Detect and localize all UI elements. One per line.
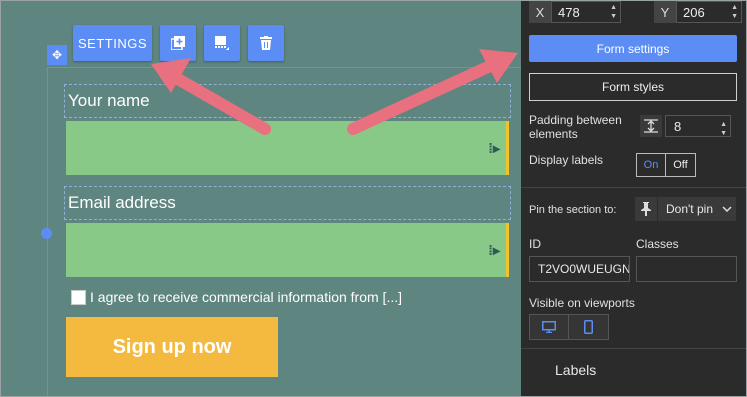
canvas: ✥ SETTINGS Your name ⁞▸ Email address ⁞▸… [1, 1, 521, 396]
display-labels-label: Display labels [529, 153, 604, 167]
x-input[interactable]: 478 ▲ ▼ [551, 1, 621, 23]
settings-button[interactable]: SETTINGS [73, 25, 152, 61]
classes-input[interactable] [636, 256, 737, 282]
y-input[interactable]: 206 ▲ ▼ [676, 1, 742, 23]
settings-panel: X 478 ▲ ▼ Y 206 ▲ ▼ Form settings Form sty… [521, 1, 746, 396]
padding-input[interactable]: 8 ▲ ▼ [665, 115, 731, 137]
layout-button[interactable] [204, 25, 240, 61]
mobile-icon [584, 320, 593, 334]
element-toolbar: SETTINGS [73, 25, 284, 61]
x-coordinate: X 478 ▲ ▼ [529, 1, 621, 23]
id-value: T2VO0WUEUGNO [538, 262, 630, 276]
pin-value: Don't pin [666, 202, 713, 216]
labels-on-button[interactable]: On [636, 153, 666, 177]
delete-button[interactable] [248, 25, 284, 61]
editor-window: ✥ SETTINGS Your name ⁞▸ Email address ⁞▸… [0, 0, 747, 397]
desktop-icon [542, 321, 556, 333]
pin-select[interactable]: Don't pin [658, 197, 736, 221]
divider [521, 348, 746, 349]
labels-section-header[interactable]: Labels [555, 362, 596, 378]
y-label: Y [654, 1, 676, 23]
name-label-container[interactable]: Your name [64, 84, 511, 118]
consent-row: I agree to receive commercial informatio… [71, 289, 402, 305]
layout-icon [215, 36, 229, 50]
display-labels-toggle: On Off [636, 153, 696, 177]
padding-icon [640, 115, 662, 137]
email-label-container[interactable]: Email address [64, 186, 511, 220]
selection-border-top [47, 67, 521, 68]
chevron-down-icon [722, 206, 732, 212]
x-stepper-icon[interactable]: ▲ ▼ [610, 3, 617, 21]
pin-label: Pin the section to: [529, 204, 617, 216]
classes-label: Classes [636, 237, 679, 251]
pin-icon [635, 197, 657, 221]
viewport-toggles [529, 314, 609, 340]
padding-value: 8 [674, 118, 682, 134]
padding-stepper-icon[interactable]: ▲ ▼ [720, 120, 727, 138]
resize-handle[interactable] [41, 228, 52, 239]
id-input[interactable]: T2VO0WUEUGNO [529, 256, 630, 282]
id-label: ID [529, 237, 541, 251]
duplicate-button[interactable] [160, 25, 196, 61]
consent-checkbox[interactable] [71, 289, 86, 305]
field-handle-icon: ⁞▸ [488, 140, 500, 156]
name-label: Your name [68, 91, 150, 110]
y-value: 206 [683, 4, 705, 20]
move-handle-icon[interactable]: ✥ [47, 45, 67, 65]
signup-button[interactable]: Sign up now [66, 317, 278, 377]
labels-off-button[interactable]: Off [666, 153, 696, 177]
form-styles-button[interactable]: Form styles [529, 73, 737, 101]
trash-icon [260, 36, 272, 50]
name-input[interactable]: ⁞▸ [66, 121, 509, 175]
email-input[interactable]: ⁞▸ [66, 223, 509, 277]
y-stepper-icon[interactable]: ▲ ▼ [731, 3, 738, 21]
duplicate-icon [171, 36, 185, 50]
email-label: Email address [68, 193, 176, 212]
divider [521, 187, 746, 188]
x-value: 478 [558, 4, 580, 20]
mobile-viewport-button[interactable] [569, 314, 609, 340]
form-settings-button[interactable]: Form settings [529, 35, 737, 62]
padding-label: Padding between elements [529, 113, 622, 141]
y-coordinate: Y 206 ▲ ▼ [654, 1, 742, 23]
desktop-viewport-button[interactable] [529, 314, 569, 340]
field-handle-icon: ⁞▸ [488, 242, 500, 258]
x-label: X [529, 1, 551, 23]
consent-text: I agree to receive commercial informatio… [90, 289, 402, 305]
viewports-label: Visible on viewports [529, 296, 635, 310]
